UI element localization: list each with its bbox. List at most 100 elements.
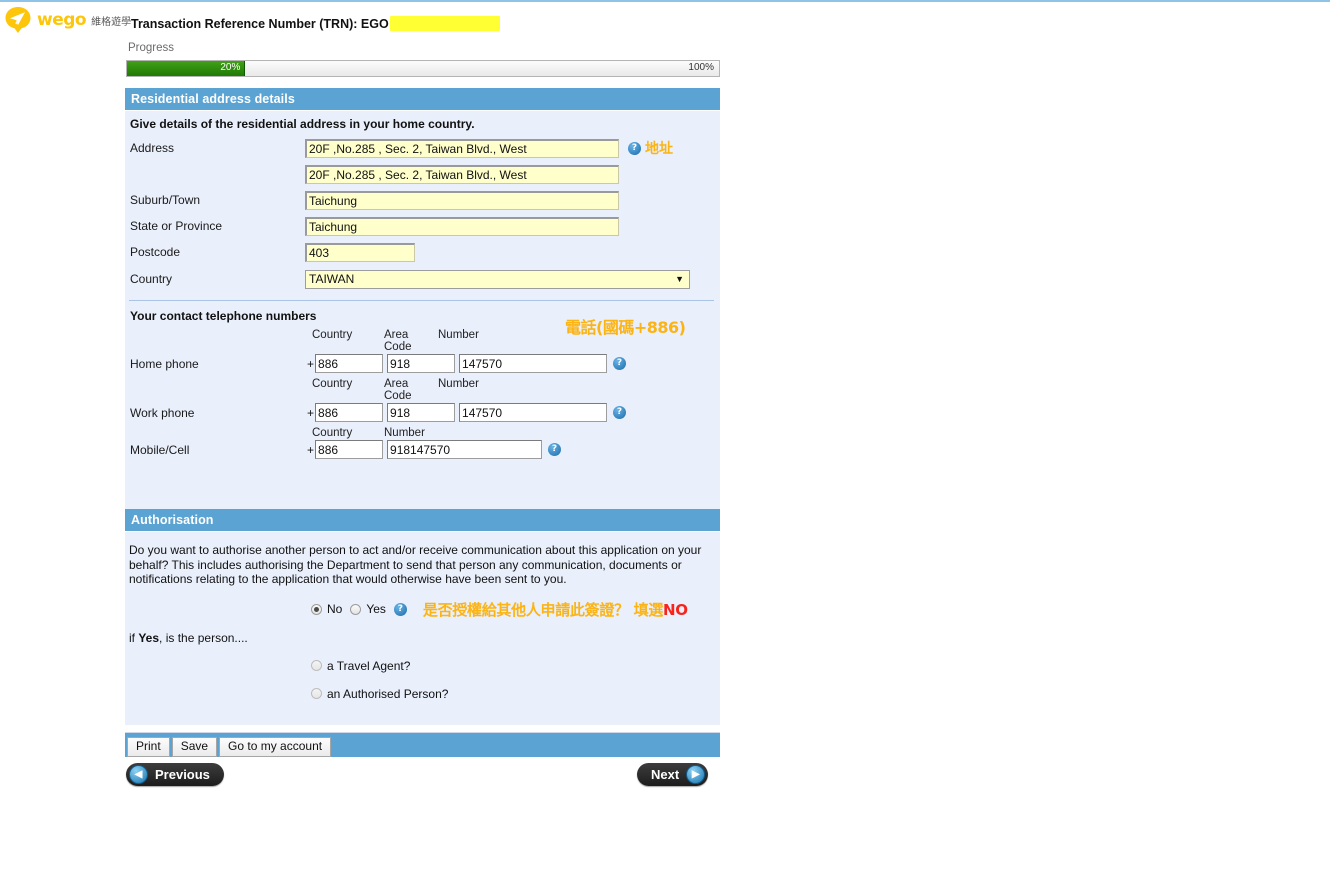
annotation-address: 地址 bbox=[645, 141, 673, 157]
mobile-country-input[interactable] bbox=[315, 440, 384, 459]
label-address: Address bbox=[130, 141, 175, 155]
brand-logo[interactable]: wego 維格遊學 bbox=[4, 6, 131, 34]
field-row-address-line1: Address ? 地址 bbox=[125, 137, 720, 159]
progress-label: Progress bbox=[128, 42, 175, 54]
progress-value-text: 20% bbox=[220, 62, 241, 73]
chevron-down-icon: ▼ bbox=[675, 274, 684, 284]
label-home-phone: Home phone bbox=[130, 356, 199, 371]
label-country: Country bbox=[130, 272, 173, 286]
radio-authorise-no[interactable] bbox=[311, 603, 322, 615]
postcode-input[interactable] bbox=[305, 242, 415, 262]
phone-row-mobile: Mobile/Cell + ? bbox=[125, 440, 720, 459]
work-phone-number-input[interactable] bbox=[459, 403, 608, 422]
if-yes-prefix: if bbox=[129, 630, 139, 645]
col-header-number: Number bbox=[438, 329, 479, 341]
transaction-reference-number: Transaction Reference Number (TRN): EGO bbox=[131, 16, 500, 31]
country-select-value: TAIWAN bbox=[309, 272, 355, 286]
label-work-phone: Work phone bbox=[130, 405, 195, 420]
if-yes-suffix: , is the person.... bbox=[159, 630, 248, 645]
top-border bbox=[0, 0, 1330, 2]
field-row-postcode: Postcode bbox=[125, 241, 720, 263]
label-suburb-town: Suburb/Town bbox=[130, 193, 201, 207]
work-phone-country-input[interactable] bbox=[315, 403, 384, 422]
next-button-label: Next bbox=[651, 767, 680, 782]
annotation-phone: 電話(國碼+886) bbox=[565, 318, 686, 337]
label-postcode: Postcode bbox=[130, 245, 181, 259]
next-button[interactable]: Next ▶ bbox=[637, 763, 709, 786]
residential-address-intro: Give details of the residential address … bbox=[130, 117, 475, 131]
help-question-icon[interactable]: ? bbox=[613, 357, 627, 370]
progress-bar-fill: 20% bbox=[127, 61, 246, 76]
field-row-address-line2 bbox=[125, 163, 720, 185]
home-phone-country-input[interactable] bbox=[315, 354, 384, 373]
paper-plane-pin-icon bbox=[4, 6, 32, 34]
residential-address-body: Give details of the residential address … bbox=[125, 111, 720, 509]
authorisation-radio-row: No Yes ? 是否授權給其他人申請此簽證？ 填選NO bbox=[125, 599, 720, 620]
annotation-authorisation: 是否授權給其他人申請此簽證？ 填選NO bbox=[423, 599, 688, 620]
col-header-area-code: Area Code bbox=[384, 378, 412, 402]
address-line2-input[interactable] bbox=[305, 164, 619, 184]
section-header-authorisation: Authorisation bbox=[125, 509, 720, 532]
col-header-area-code: Area Code bbox=[384, 329, 412, 353]
annotation-authorisation-text: 是否授權給其他人申請此簽證？ 填選 bbox=[422, 600, 664, 619]
label-mobile-cell: Mobile/Cell bbox=[130, 442, 190, 457]
phone-column-headers-work: Country Area Code Number bbox=[125, 378, 720, 402]
label-authorise-no: No bbox=[327, 602, 343, 616]
section-divider bbox=[129, 300, 714, 301]
if-yes-bold: Yes bbox=[138, 630, 160, 645]
mobile-number-input[interactable] bbox=[387, 440, 543, 459]
field-row-country: Country TAIWAN ▼ bbox=[125, 268, 720, 290]
radio-travel-agent[interactable] bbox=[311, 660, 322, 671]
go-to-my-account-button[interactable]: Go to my account bbox=[219, 737, 332, 757]
help-question-icon[interactable]: ? bbox=[613, 406, 627, 419]
plus-sign-home: + bbox=[307, 356, 315, 371]
action-bar: Print Save Go to my account bbox=[125, 732, 720, 757]
form-panel: Residential address details Give details… bbox=[125, 88, 720, 725]
address-line1-input[interactable] bbox=[305, 138, 619, 158]
save-button[interactable]: Save bbox=[171, 737, 218, 757]
col-header-country: Country bbox=[312, 378, 353, 390]
radio-authorise-yes[interactable] bbox=[350, 603, 362, 615]
suburb-town-input[interactable] bbox=[305, 190, 619, 210]
phone-row-work: Work phone + ? bbox=[125, 403, 720, 422]
field-row-suburb-town: Suburb/Town bbox=[125, 189, 720, 211]
action-button-group: Print Save Go to my account bbox=[127, 737, 333, 757]
progress-max-text: 100% bbox=[688, 62, 714, 73]
field-row-state-province: State or Province bbox=[125, 215, 720, 237]
label-state-province: State or Province bbox=[130, 219, 223, 233]
previous-button[interactable]: ◀ Previous bbox=[126, 763, 224, 786]
progress-bar: 20% 100% bbox=[126, 60, 720, 77]
col-header-country: Country bbox=[312, 329, 353, 341]
trn-label: Transaction Reference Number (TRN): EGO bbox=[131, 17, 389, 31]
if-yes-text: if Yes, is the person.... bbox=[125, 631, 720, 645]
phone-section-title: Your contact telephone numbers bbox=[130, 309, 317, 323]
home-phone-area-input[interactable] bbox=[387, 354, 456, 373]
print-button[interactable]: Print bbox=[127, 737, 170, 757]
help-question-icon[interactable]: ? bbox=[628, 141, 641, 155]
annotation-authorisation-emphasis: NO bbox=[663, 600, 688, 619]
work-phone-area-input[interactable] bbox=[387, 403, 456, 422]
plus-sign-work: + bbox=[307, 405, 315, 420]
state-province-input[interactable] bbox=[305, 216, 619, 236]
col-header-number: Number bbox=[384, 427, 425, 439]
country-select[interactable]: TAIWAN ▼ bbox=[305, 269, 690, 289]
col-header-country: Country bbox=[312, 427, 353, 439]
brand-name-cn: 維格遊學 bbox=[91, 16, 132, 28]
phone-section-title-wrap: Your contact telephone numbers 電話(國碼+886… bbox=[125, 309, 720, 337]
sub-option-authorised-person: an Authorised Person? bbox=[125, 687, 720, 701]
chevron-left-icon: ◀ bbox=[129, 765, 148, 784]
chevron-right-icon: ▶ bbox=[686, 765, 706, 784]
help-question-icon[interactable]: ? bbox=[393, 602, 407, 616]
brand-name: wego bbox=[37, 10, 87, 30]
sub-option-travel-agent: a Travel Agent? bbox=[125, 659, 720, 673]
radio-authorised-person[interactable] bbox=[311, 688, 322, 699]
help-question-icon[interactable]: ? bbox=[548, 443, 562, 456]
col-header-number: Number bbox=[438, 378, 479, 390]
label-authorise-yes: Yes bbox=[366, 602, 386, 616]
previous-button-label: Previous bbox=[155, 767, 210, 782]
phone-column-headers-mobile: Country Number bbox=[125, 427, 720, 439]
home-phone-number-input[interactable] bbox=[459, 354, 608, 373]
trn-redaction-highlight bbox=[389, 16, 500, 31]
section-header-residential-address: Residential address details bbox=[125, 88, 720, 111]
label-authorised-person: an Authorised Person? bbox=[327, 686, 449, 701]
